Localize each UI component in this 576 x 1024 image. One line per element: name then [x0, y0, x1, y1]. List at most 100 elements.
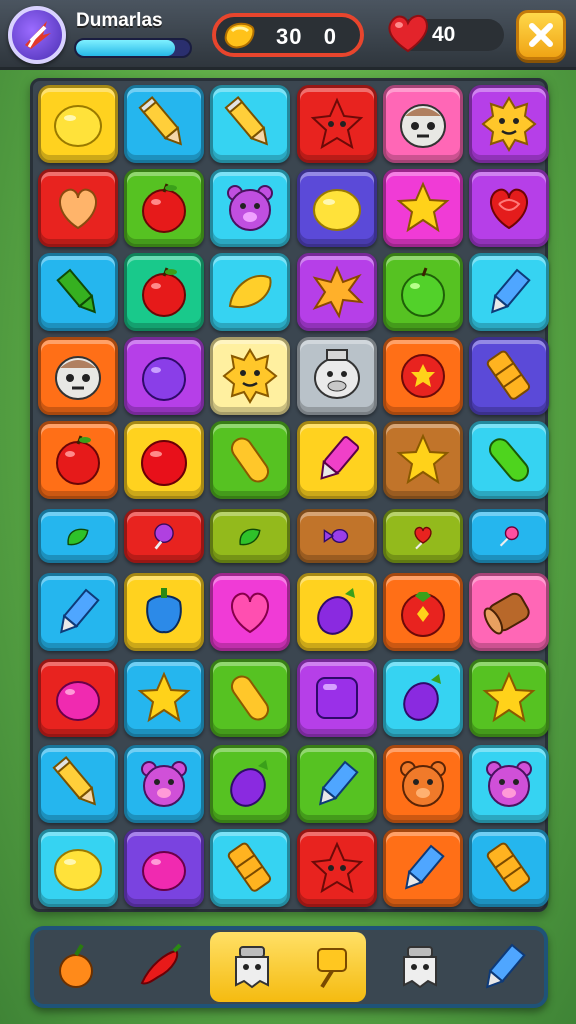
board-tile[interactable]: [38, 421, 118, 499]
board-tile[interactable]: [383, 253, 463, 331]
board-tile[interactable]: [469, 169, 549, 247]
board-tile[interactable]: [383, 509, 463, 563]
board-tile[interactable]: [469, 337, 549, 415]
board-tile[interactable]: [210, 253, 290, 331]
booster-slot[interactable]: [36, 930, 116, 1004]
board-tile[interactable]: [124, 659, 204, 737]
board-tile[interactable]: [469, 421, 549, 499]
board-tile[interactable]: [297, 659, 377, 737]
board-tile[interactable]: [124, 169, 204, 247]
board-tile[interactable]: [124, 253, 204, 331]
close-button[interactable]: [516, 10, 566, 60]
board-tile[interactable]: [297, 253, 377, 331]
board-tile[interactable]: [210, 85, 290, 163]
pencil-icon: [52, 755, 97, 806]
apple-icon: [56, 435, 100, 485]
cucumber-icon: [489, 438, 529, 482]
board-tile[interactable]: [124, 337, 204, 415]
board-tile[interactable]: [38, 85, 118, 163]
board-tile[interactable]: [38, 337, 118, 415]
heart-peach-icon: [59, 188, 97, 230]
board-tile[interactable]: [469, 659, 549, 737]
board-tile[interactable]: [297, 829, 377, 907]
board-tile[interactable]: [124, 85, 204, 163]
board-tile[interactable]: [124, 509, 204, 563]
board-tile[interactable]: [469, 573, 549, 651]
board-tile[interactable]: [38, 169, 118, 247]
tomato-icon: [401, 592, 445, 637]
board-tile[interactable]: [469, 745, 549, 823]
board-tile[interactable]: [383, 337, 463, 415]
crayon-blue-icon: [59, 588, 100, 634]
cheese-pin-icon: [317, 948, 347, 989]
lives-count: 40: [432, 23, 456, 46]
board-tile[interactable]: [124, 421, 204, 499]
mango-icon: [228, 275, 272, 309]
board-tile[interactable]: [469, 85, 549, 163]
board-tile[interactable]: [210, 509, 290, 563]
square-icon: [316, 677, 358, 719]
cracker-icon: [227, 842, 272, 892]
bear-pink-icon: [141, 761, 187, 807]
board-tile[interactable]: [38, 509, 118, 563]
plum-pink-icon: [142, 851, 186, 891]
board-tile[interactable]: [124, 745, 204, 823]
board-tile[interactable]: [383, 573, 463, 651]
player-avatar[interactable]: [8, 6, 66, 64]
board-tile[interactable]: [38, 829, 118, 907]
board-tile[interactable]: [38, 659, 118, 737]
booster-slot[interactable]: [292, 930, 372, 1004]
board-tile[interactable]: [210, 659, 290, 737]
board-tile[interactable]: [210, 745, 290, 823]
heart-icon: [388, 15, 428, 53]
burst-icon: [401, 354, 445, 398]
board-tile[interactable]: [38, 253, 118, 331]
board-tile[interactable]: [38, 745, 118, 823]
candy-icon: [323, 529, 349, 543]
cherry-red-icon: [141, 440, 187, 486]
board-tile[interactable]: [469, 253, 549, 331]
board-tile[interactable]: [469, 829, 549, 907]
booster-slot[interactable]: [212, 930, 292, 1004]
booster-slot[interactable]: [120, 930, 200, 1004]
board-tile[interactable]: [297, 745, 377, 823]
board-tile[interactable]: [124, 573, 204, 651]
board-tile[interactable]: [297, 85, 377, 163]
crayon-blue-icon: [318, 760, 359, 806]
booster-slot[interactable]: [464, 930, 544, 1004]
board-tile[interactable]: [210, 337, 290, 415]
board-tile[interactable]: [383, 85, 463, 163]
board-tile[interactable]: [210, 573, 290, 651]
lemon-icon: [313, 189, 361, 231]
board-tile[interactable]: [297, 337, 377, 415]
board-tile[interactable]: [297, 573, 377, 651]
board-tile[interactable]: [210, 169, 290, 247]
board-tile[interactable]: [297, 421, 377, 499]
skull-face-icon: [55, 356, 101, 400]
board-tile[interactable]: [210, 829, 290, 907]
lives-counter[interactable]: 40: [388, 15, 504, 53]
heart-pin-icon: [414, 526, 432, 550]
board-tile[interactable]: [383, 421, 463, 499]
board-tile[interactable]: [38, 573, 118, 651]
board-tile[interactable]: [124, 829, 204, 907]
eggplant-icon: [317, 588, 355, 635]
cracker-icon: [486, 842, 531, 892]
star-icon: [137, 671, 191, 723]
board-tile[interactable]: [383, 745, 463, 823]
board-tile[interactable]: [383, 169, 463, 247]
bear-face-icon: [227, 185, 273, 231]
apple-icon: [142, 267, 186, 317]
lollipop-icon: [154, 523, 174, 550]
eggplant-icon: [403, 674, 441, 721]
board-tile[interactable]: [210, 421, 290, 499]
board-tile[interactable]: [383, 829, 463, 907]
bear-pink-icon: [486, 761, 532, 807]
board-tile[interactable]: [383, 659, 463, 737]
board-tile[interactable]: [297, 169, 377, 247]
coin-counter[interactable]: 30 0: [212, 13, 364, 57]
board-tile[interactable]: [469, 509, 549, 563]
booster-slot[interactable]: [380, 930, 460, 1004]
board-tile[interactable]: [297, 509, 377, 563]
xp-progress-bar: [74, 38, 192, 58]
